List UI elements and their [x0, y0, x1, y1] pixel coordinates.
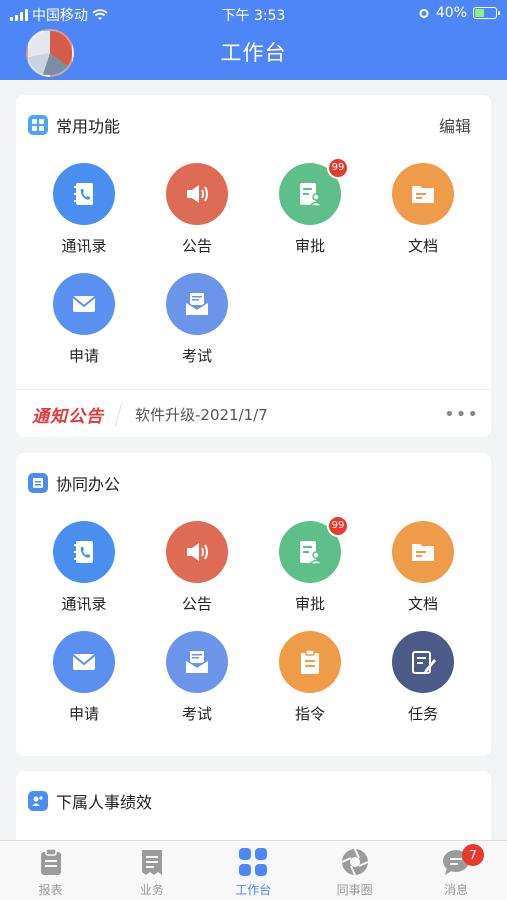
contacts-icon [53, 163, 115, 225]
approval-icon: 99 [279, 157, 349, 225]
tab-label: 同事圈 [336, 883, 373, 897]
common-functions-grid: 通讯录 公告 99 审批 文档申请 考试 [16, 157, 491, 383]
section-title: 协同办公 [56, 475, 121, 494]
tab-shutter[interactable]: 同事圈 [304, 847, 405, 898]
collaboration-grid: 通讯录 公告 99 审批 文档申请 考试 指令 任务 [16, 515, 491, 741]
performance-header: 下属人事绩效 [28, 789, 152, 813]
approval-icon: 99 [279, 515, 349, 583]
mail-icon [53, 273, 115, 335]
tab-report[interactable]: 报表 [0, 847, 101, 898]
office-icon [28, 473, 48, 493]
status-bar: 中国移动 下午 3:53 40% [0, 0, 507, 28]
app-item-label: 审批 [294, 237, 325, 255]
message-count-badge: 7 [462, 844, 485, 866]
notice-brand: 通知公告 [32, 407, 104, 427]
tab-label: 业务 [139, 883, 164, 897]
app-item-mail[interactable]: 申请 [28, 631, 140, 724]
section-title: 下属人事绩效 [56, 793, 153, 812]
notice-text[interactable]: 软件升级-2021/1/7 [135, 404, 268, 425]
app-item-label: 申请 [68, 705, 99, 723]
collaboration-card: 协同办公 通讯录 公告 99 审批 文档申请 考试 指令 任务 [16, 453, 491, 756]
app-item-speaker[interactable]: 公告 [141, 163, 253, 256]
app-item-label: 考试 [181, 347, 212, 365]
app-item-label: 公告 [181, 595, 212, 613]
app-item-folder[interactable]: 文档 [367, 163, 479, 256]
notification-badge: 99 [327, 515, 349, 537]
folder-icon [392, 521, 454, 583]
notice-bar[interactable]: 通知公告 软件升级-2021/1/7 ••• [16, 389, 491, 439]
page-title: 工作台 [220, 41, 287, 65]
app-item-label: 公告 [181, 237, 212, 255]
notification-badge: 99 [327, 157, 349, 179]
section-title: 常用功能 [56, 117, 121, 136]
speaker-icon [166, 521, 228, 583]
grid-icon [237, 847, 269, 877]
tab-grid[interactable]: 工作台 [203, 847, 304, 898]
app-item-task[interactable]: 任务 [367, 631, 479, 724]
tab-label: 报表 [38, 883, 63, 897]
contacts-icon [53, 521, 115, 583]
app-item-label: 指令 [294, 705, 325, 723]
app-item-label: 文档 [407, 595, 438, 613]
app-item-speaker[interactable]: 公告 [141, 521, 253, 614]
tab-chat[interactable]: 7 消息 [406, 844, 507, 898]
receipt-icon [136, 847, 168, 877]
app-item-exam[interactable]: 考试 [141, 273, 253, 366]
app-item-label: 考试 [181, 705, 212, 723]
report-icon [35, 847, 67, 877]
bottom-tab-bar: 报表 业务 工作台 同事圈 7 消息 [0, 840, 507, 900]
tab-receipt[interactable]: 业务 [101, 847, 202, 898]
app-item-approval[interactable]: 99 审批 [254, 515, 366, 614]
performance-card: 下属人事绩效 [16, 771, 491, 851]
exam-icon [166, 631, 228, 693]
clipboard-icon [279, 631, 341, 693]
app-item-label: 通讯录 [61, 237, 107, 255]
people-icon [28, 791, 48, 811]
folder-icon [392, 163, 454, 225]
app-item-label: 任务 [407, 705, 438, 723]
common-functions-header: 常用功能 [28, 113, 120, 137]
shutter-icon [339, 847, 371, 877]
app-item-label: 通讯录 [61, 595, 107, 613]
app-item-contacts[interactable]: 通讯录 [28, 521, 140, 614]
app-item-folder[interactable]: 文档 [367, 521, 479, 614]
common-functions-card: 常用功能 编辑 通讯录 公告 99 审批 文档申请 考试 通知公告 软件升级-2021/1… [16, 95, 491, 437]
top-header: 中国移动 下午 3:53 40% 工作台 [0, 0, 507, 80]
notice-divider [114, 402, 123, 427]
tab-label: 消息 [444, 883, 469, 897]
battery-percent: 40% [435, 5, 467, 21]
app-item-contacts[interactable]: 通讯录 [28, 163, 140, 256]
app-item-mail[interactable]: 申请 [28, 273, 140, 366]
more-icon[interactable]: ••• [444, 404, 479, 425]
app-item-label: 审批 [294, 595, 325, 613]
edit-button[interactable]: 编辑 [439, 113, 471, 137]
battery-icon [473, 7, 500, 19]
collaboration-header: 协同办公 [28, 471, 120, 495]
mail-icon [53, 631, 115, 693]
apps-icon [28, 115, 48, 135]
alarm-icon [419, 9, 429, 18]
app-item-label: 文档 [407, 237, 438, 255]
app-item-clipboard[interactable]: 指令 [254, 631, 366, 724]
app-item-exam[interactable]: 考试 [141, 631, 253, 724]
app-item-approval[interactable]: 99 审批 [254, 157, 366, 256]
app-item-label: 申请 [68, 347, 99, 365]
exam-icon [166, 273, 228, 335]
speaker-icon [166, 163, 228, 225]
chat-icon: 7 [440, 844, 485, 877]
task-icon [392, 631, 454, 693]
tab-label: 工作台 [235, 883, 272, 897]
